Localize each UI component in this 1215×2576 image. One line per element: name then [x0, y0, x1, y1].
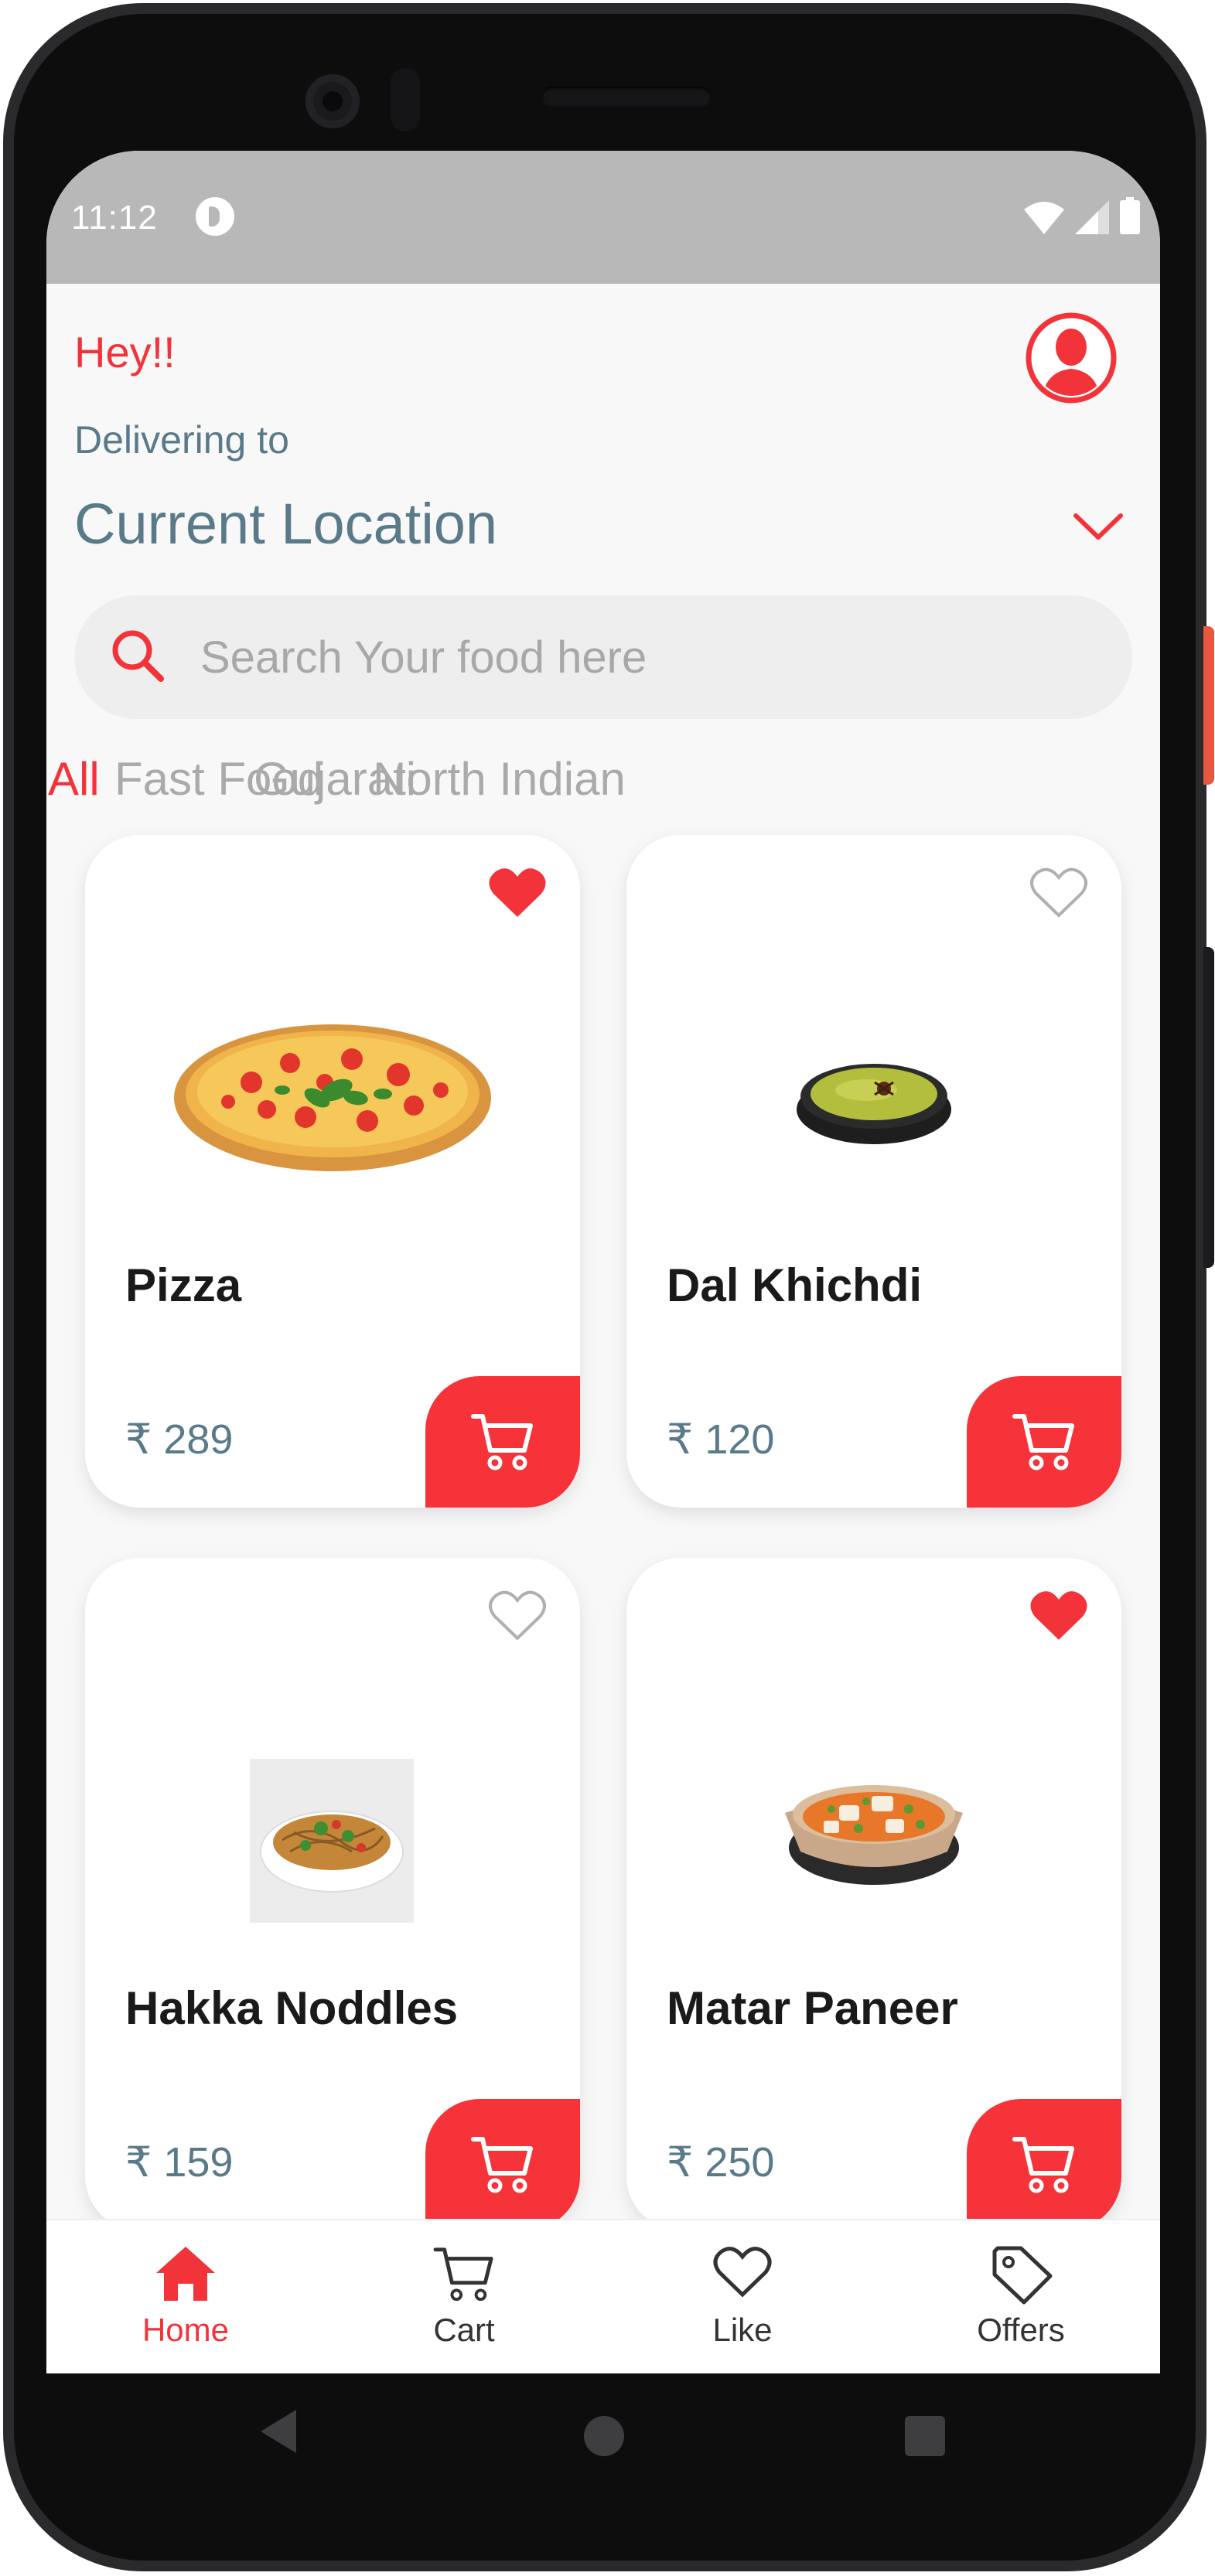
tab-all[interactable]: All: [48, 752, 100, 806]
product-name: Matar Paneer: [667, 1982, 958, 2034]
notification-app-icon: [196, 197, 234, 236]
hakka-noodles-image: [250, 1759, 414, 1923]
search-bar[interactable]: [74, 595, 1132, 719]
front-camera: [305, 74, 360, 128]
heart-icon: [713, 2247, 772, 2298]
nav-offers[interactable]: Offers: [951, 2244, 1090, 2360]
cart-icon: [471, 1414, 533, 1470]
status-icons: [1024, 196, 1140, 234]
tab-north-indian[interactable]: North Indian: [373, 752, 626, 806]
product-card[interactable]: Pizza ₹ 289: [85, 835, 580, 1508]
back-icon[interactable]: [259, 2408, 298, 2455]
status-bar: 11:12: [46, 151, 1160, 284]
nav-cart-label: Cart: [433, 2312, 495, 2348]
wifi-icon: [1024, 202, 1064, 234]
bottom-navigation: Home Cart Like Offers: [46, 2219, 1160, 2373]
product-name: Dal Khichdi: [667, 1259, 923, 1311]
home-button-icon[interactable]: [584, 2416, 624, 2456]
search-icon: [112, 630, 164, 682]
pizza-image: [174, 1024, 491, 1171]
heart-outline-icon[interactable]: [487, 1589, 548, 1643]
chevron-down-icon[interactable]: [1071, 508, 1125, 547]
location-selector[interactable]: Current Location: [74, 491, 497, 557]
cart-icon: [1012, 1414, 1074, 1470]
product-price: ₹ 120: [667, 1416, 775, 1463]
product-price: ₹ 159: [125, 2139, 234, 2186]
cart-icon: [471, 2137, 533, 2193]
recent-apps-icon[interactable]: [905, 2416, 945, 2456]
cart-icon: [1012, 2137, 1074, 2193]
nav-cart[interactable]: Cart: [394, 2244, 534, 2360]
greeting-text: Hey!!: [74, 328, 176, 377]
battery-icon: [1120, 197, 1140, 234]
nav-like[interactable]: Like: [673, 2244, 812, 2360]
dal-khichdi-image: [797, 1064, 951, 1144]
delivering-label: Delivering to: [74, 418, 289, 462]
nav-like-label: Like: [712, 2312, 773, 2348]
add-to-cart-button[interactable]: [425, 1376, 580, 1508]
home-icon: [156, 2247, 215, 2301]
matar-paneer-image: [785, 1785, 963, 1885]
add-to-cart-button[interactable]: [967, 1376, 1121, 1508]
category-tabs: All Fast Food Gujarati North Indian: [46, 752, 1160, 814]
add-to-cart-button[interactable]: [425, 2099, 580, 2230]
profile-button[interactable]: [1025, 312, 1118, 404]
product-name: Pizza: [125, 1259, 242, 1311]
heart-filled-icon[interactable]: [487, 866, 548, 920]
nav-home-label: Home: [142, 2312, 230, 2348]
product-name: Hakka Noddles: [125, 1982, 459, 2034]
app-screen: 11:12 Hey!! Delivering to Current Locati…: [46, 151, 1160, 2373]
signal-icon: [1075, 200, 1109, 234]
product-price: ₹ 250: [667, 2139, 775, 2186]
nav-home[interactable]: Home: [116, 2244, 255, 2360]
nav-offers-label: Offers: [977, 2312, 1065, 2348]
user-avatar-icon: [1026, 312, 1117, 404]
heart-filled-icon[interactable]: [1029, 1589, 1089, 1643]
add-to-cart-button[interactable]: [967, 2099, 1121, 2230]
heart-outline-icon[interactable]: [1029, 866, 1089, 920]
proximity-sensor: [391, 68, 420, 131]
product-price: ₹ 289: [125, 1416, 234, 1463]
product-card[interactable]: Dal Khichdi ₹ 120: [626, 835, 1121, 1508]
cart-icon: [433, 2247, 493, 2302]
product-card[interactable]: Matar Paneer ₹ 250: [626, 1558, 1121, 2230]
earpiece-speaker: [541, 87, 712, 107]
volume-button: [1203, 947, 1214, 1268]
product-card[interactable]: Hakka Noddles ₹ 159: [85, 1558, 580, 2230]
system-navigation-bar: [46, 2373, 1160, 2505]
status-time: 11:12: [71, 199, 158, 237]
power-button: [1203, 626, 1214, 785]
search-input[interactable]: [200, 626, 1090, 688]
tag-icon: [992, 2246, 1053, 2305]
